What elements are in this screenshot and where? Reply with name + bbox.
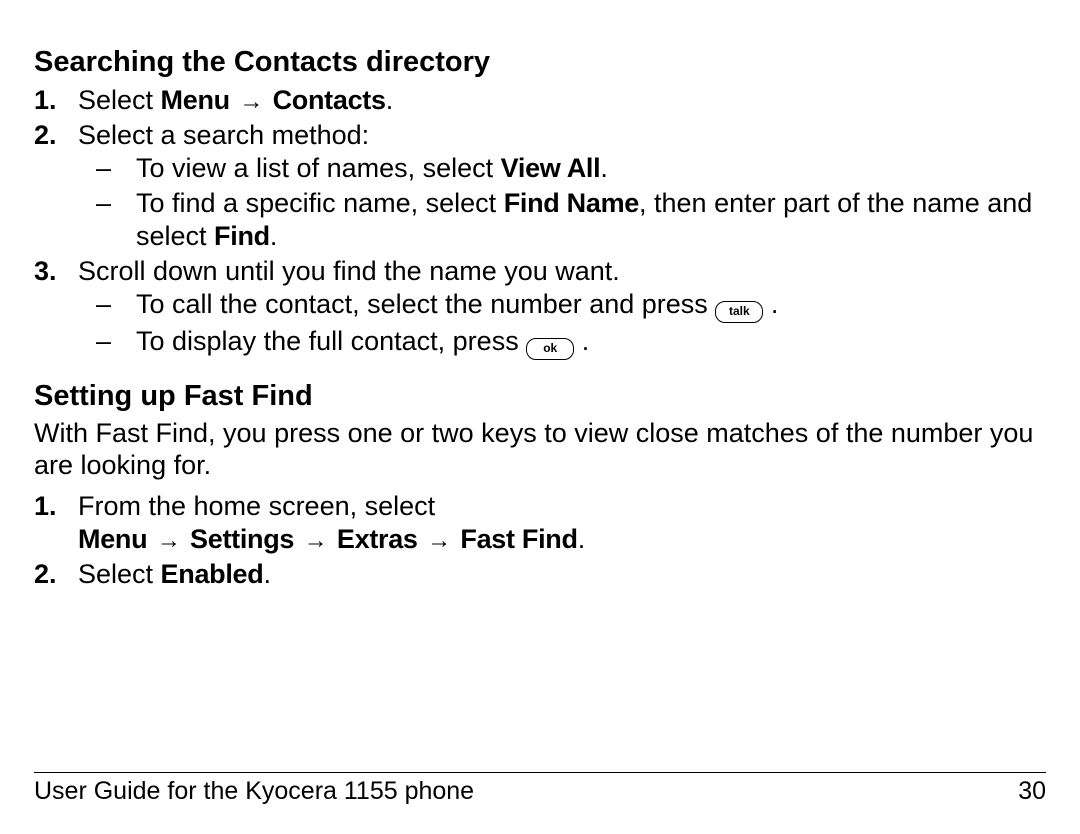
step2-text: Select a search method: (78, 120, 369, 150)
ff-step-2: Select Enabled. (34, 558, 1046, 591)
step3-sub1: To call the contact, select the number a… (78, 288, 1046, 323)
step1-pre: Select (78, 85, 161, 115)
sub-post: . (771, 289, 779, 319)
step2-sub1: To view a list of names, select View All… (78, 152, 1046, 185)
ok-key-icon: ok (526, 338, 574, 360)
sub-post: . (582, 326, 590, 356)
step-3: Scroll down until you find the name you … (34, 255, 1046, 360)
page-footer: User Guide for the Kyocera 1155 phone 30 (34, 772, 1046, 806)
ff1-fast-find: Fast Find (460, 524, 577, 554)
sub-bold: Find Name (504, 188, 639, 218)
section2-steps: From the home screen, select Menu → Sett… (34, 490, 1046, 591)
ff1-menu: Menu (78, 524, 147, 554)
ff2-post: . (263, 559, 271, 589)
ff2-enabled: Enabled (161, 559, 264, 589)
ff1-settings: Settings (190, 524, 294, 554)
heading-searching-contacts: Searching the Contacts directory (34, 44, 1046, 80)
ff-step-1: From the home screen, select Menu → Sett… (34, 490, 1046, 556)
step3-sublist: To call the contact, select the number a… (78, 288, 1046, 360)
step-2: Select a search method: To view a list o… (34, 119, 1046, 253)
step2-sub2: To find a specific name, select Find Nam… (78, 187, 1046, 253)
sub-pre: To call the contact, select the number a… (136, 289, 715, 319)
sub-bold2: Find (214, 221, 270, 251)
sub-pre: To display the full contact, press (136, 326, 526, 356)
step3-text: Scroll down until you find the name you … (78, 256, 620, 286)
sub-post: . (270, 221, 278, 251)
section1-steps: Select Menu → Contacts. Select a search … (34, 84, 1046, 360)
talk-key-icon: talk (715, 301, 763, 323)
step1-post: . (386, 85, 394, 115)
sub-pre: To find a specific name, select (136, 188, 504, 218)
ff2-pre: Select (78, 559, 161, 589)
step-1: Select Menu → Contacts. (34, 84, 1046, 117)
step2-sublist: To view a list of names, select View All… (78, 152, 1046, 253)
heading-fast-find: Setting up Fast Find (34, 378, 1046, 414)
sub-post: . (600, 153, 608, 183)
step1-menu: Menu (161, 85, 230, 115)
step3-sub2: To display the full contact, press ok . (78, 325, 1046, 360)
sub-pre: To view a list of names, select (136, 153, 501, 183)
sub-bold: View All (501, 153, 601, 183)
arrow-icon: → (302, 526, 330, 555)
ff1-extras: Extras (337, 524, 418, 554)
arrow-icon: → (425, 526, 453, 555)
arrow-icon: → (155, 526, 183, 555)
page-number: 30 (1018, 777, 1046, 806)
fast-find-intro: With Fast Find, you press one or two key… (34, 418, 1046, 482)
step1-contacts: Contacts (273, 85, 386, 115)
ff1-line1: From the home screen, select (78, 491, 435, 521)
arrow-icon: → (237, 87, 265, 116)
ff1-end: . (578, 524, 586, 554)
footer-title: User Guide for the Kyocera 1155 phone (34, 777, 474, 806)
manual-page: Searching the Contacts directory Select … (0, 0, 1080, 834)
